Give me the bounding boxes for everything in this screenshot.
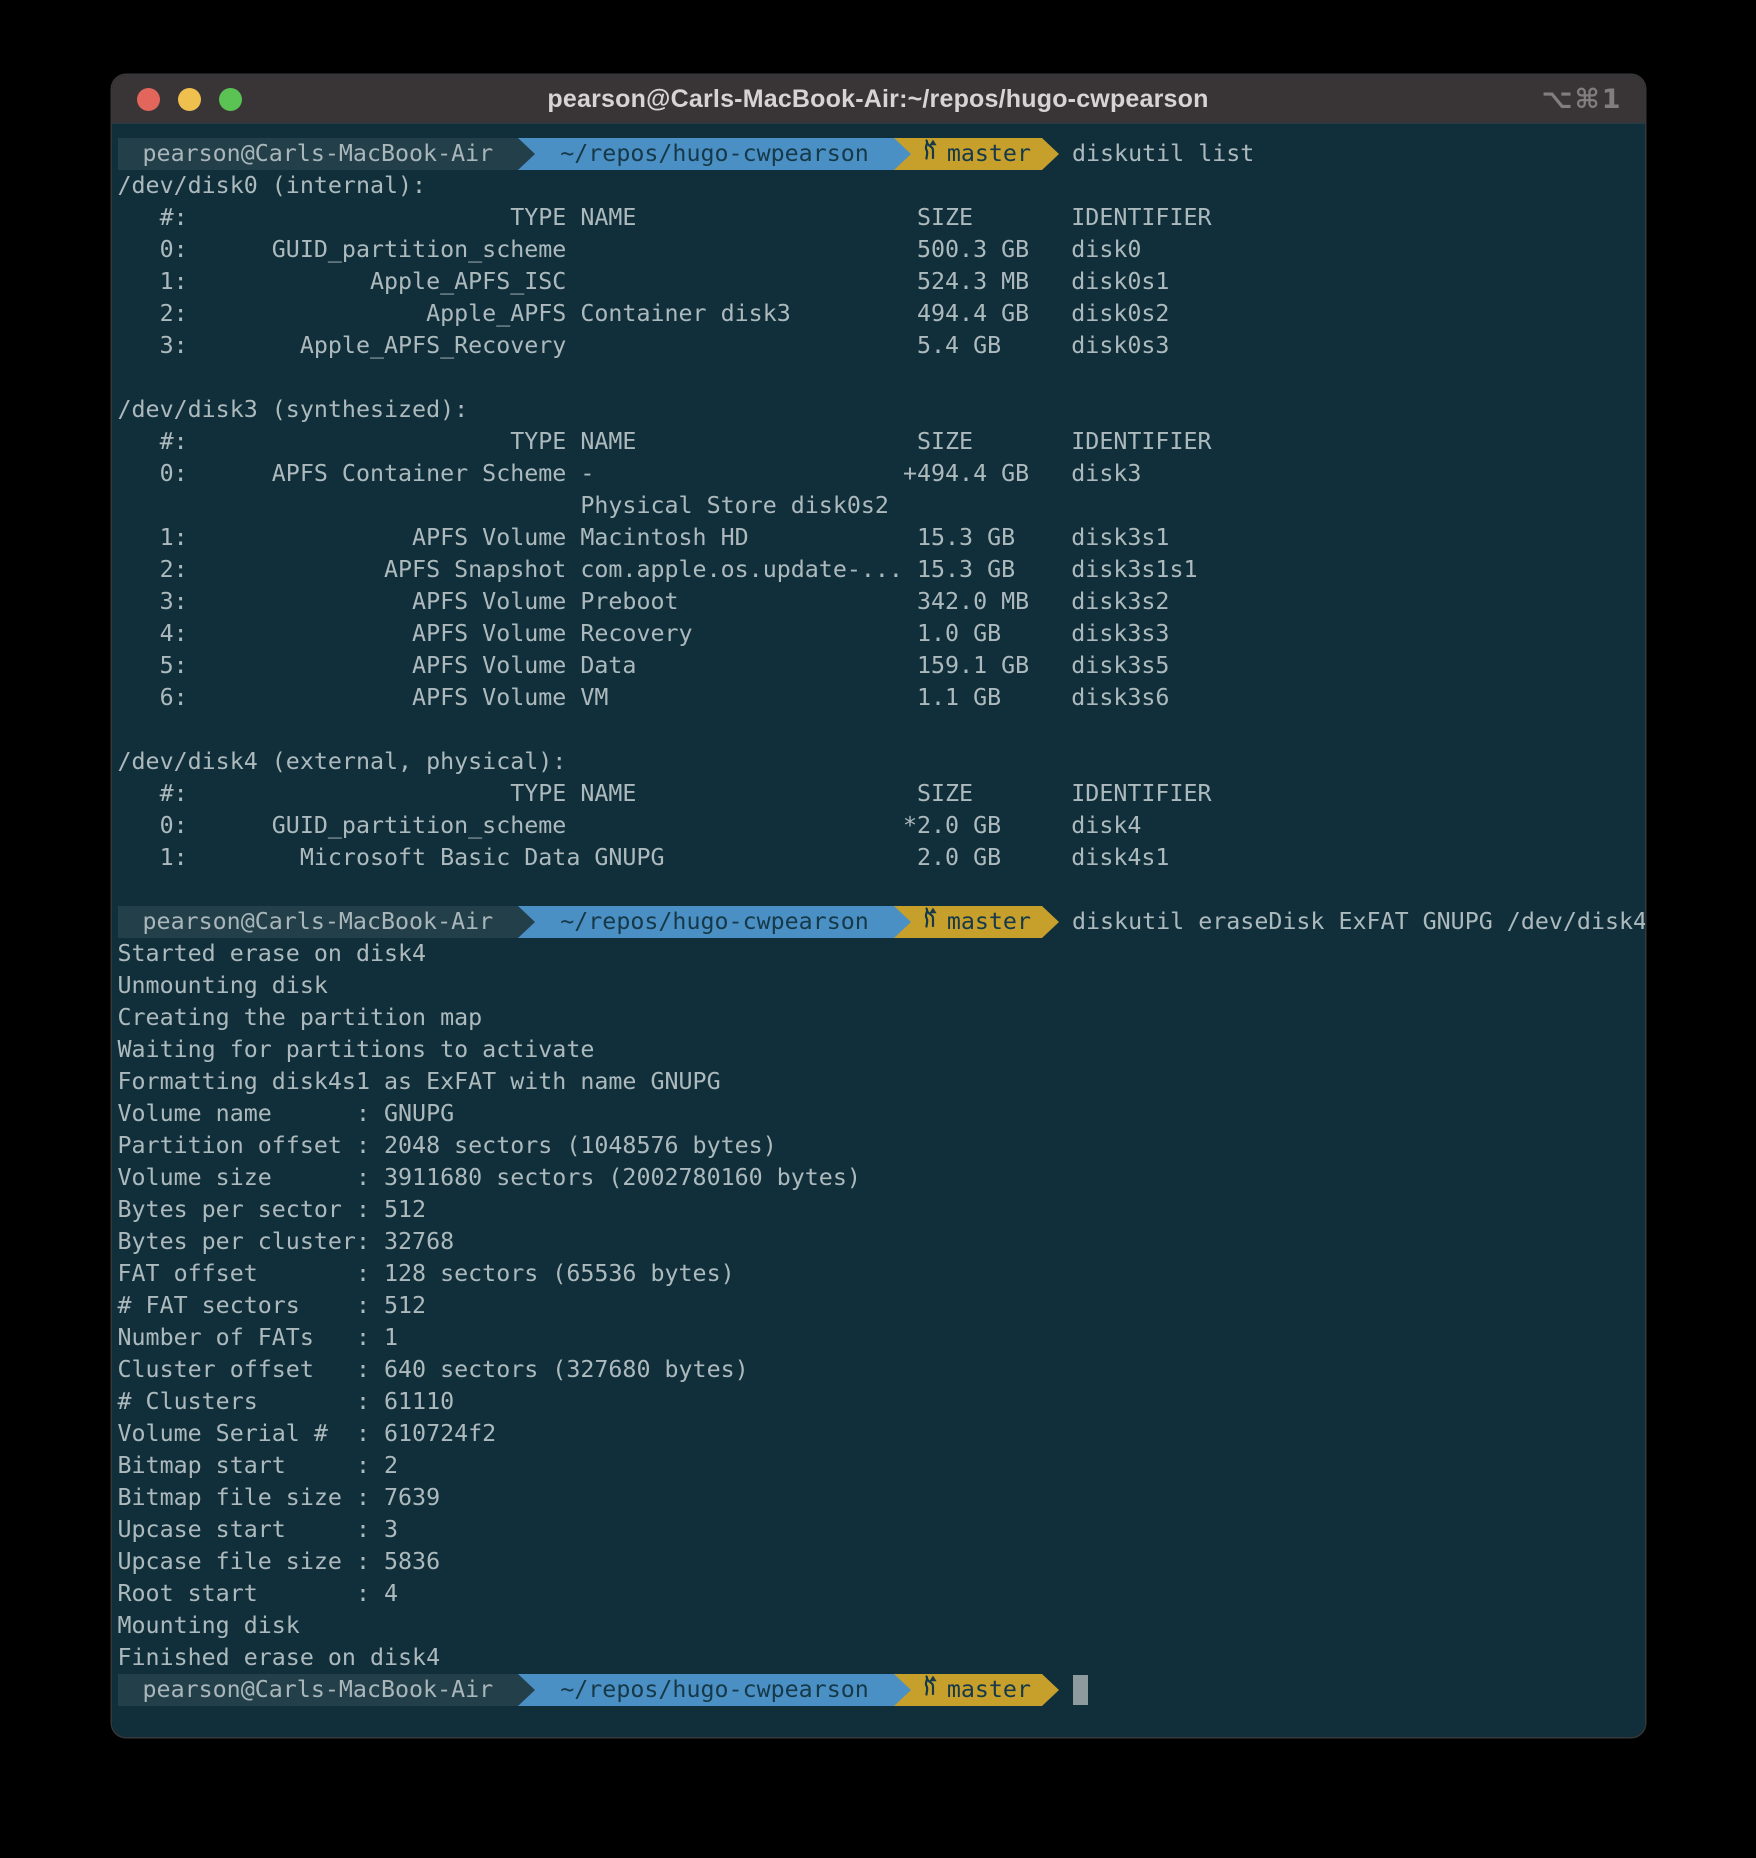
terminal-text-line: FAT offset : 128 sectors (65536 bytes) <box>118 1258 1639 1290</box>
prompt-segment-branch: master <box>911 1674 1042 1706</box>
terminal-text-line: 0: APFS Container Scheme - +494.4 GB dis… <box>118 458 1639 490</box>
terminal-text-line <box>118 874 1639 906</box>
powerline-arrow-icon <box>518 906 535 938</box>
prompt-command: diskutil eraseDisk ExFAT GNUPG /dev/disk… <box>1059 906 1645 938</box>
terminal-text-line: #: TYPE NAME SIZE IDENTIFIER <box>118 426 1639 458</box>
git-branch-icon <box>922 138 938 170</box>
powerline-arrow-icon <box>894 906 911 938</box>
terminal-text-line: 1: APFS Volume Macintosh HD 15.3 GB disk… <box>118 522 1639 554</box>
terminal-text-line: /dev/disk0 (internal): <box>118 170 1639 202</box>
titlebar[interactable]: pearson@Carls-MacBook-Air:~/repos/hugo-c… <box>112 75 1645 123</box>
terminal-text-line: Root start : 4 <box>118 1578 1639 1610</box>
terminal-text-line: Bitmap start : 2 <box>118 1450 1639 1482</box>
prompt-segment-path: ~/repos/hugo-cwpearson <box>535 138 894 170</box>
terminal-text-line: Unmounting disk <box>118 970 1639 1002</box>
powerline-arrow-icon <box>518 1674 535 1706</box>
terminal-prompt-line: pearson@Carls-MacBook-Air ~/repos/hugo-c… <box>118 138 1639 170</box>
terminal-text-line: Cluster offset : 640 sectors (327680 byt… <box>118 1354 1639 1386</box>
terminal-text-line: 1: Apple_APFS_ISC 524.3 MB disk0s1 <box>118 266 1639 298</box>
terminal-prompt-line: pearson@Carls-MacBook-Air ~/repos/hugo-c… <box>118 906 1639 938</box>
terminal-text-line: 5: APFS Volume Data 159.1 GB disk3s5 <box>118 650 1639 682</box>
terminal-text-line: Number of FATs : 1 <box>118 1322 1639 1354</box>
terminal-text-line: 0: GUID_partition_scheme 500.3 GB disk0 <box>118 234 1639 266</box>
terminal-window: pearson@Carls-MacBook-Air:~/repos/hugo-c… <box>112 75 1645 1737</box>
terminal-text-line: Volume size : 3911680 sectors (200278016… <box>118 1162 1639 1194</box>
terminal-text-line: Bytes per sector : 512 <box>118 1194 1639 1226</box>
terminal-text-line: Formatting disk4s1 as ExFAT with name GN… <box>118 1066 1639 1098</box>
terminal-text-line: Upcase file size : 5836 <box>118 1546 1639 1578</box>
powerline-arrow-icon <box>518 138 535 170</box>
prompt-segment-user: pearson@Carls-MacBook-Air <box>118 1674 519 1706</box>
terminal-text-line: /dev/disk3 (synthesized): <box>118 394 1639 426</box>
terminal-text-line: 6: APFS Volume VM 1.1 GB disk3s6 <box>118 682 1639 714</box>
terminal-text-line: Bytes per cluster: 32768 <box>118 1226 1639 1258</box>
powerline-arrow-icon <box>894 1674 911 1706</box>
terminal-text-line: #: TYPE NAME SIZE IDENTIFIER <box>118 778 1639 810</box>
window-shortcut-badge: ⌥⌘1 <box>1542 75 1623 123</box>
terminal-text-line: 3: APFS Volume Preboot 342.0 MB disk3s2 <box>118 586 1639 618</box>
powerline-arrow-icon <box>1042 1674 1059 1706</box>
terminal-cursor[interactable] <box>1073 1675 1088 1705</box>
terminal-text-line: Creating the partition map <box>118 1002 1639 1034</box>
prompt-segment-path: ~/repos/hugo-cwpearson <box>535 1674 894 1706</box>
traffic-lights <box>137 75 242 123</box>
terminal-text-line: 0: GUID_partition_scheme *2.0 GB disk4 <box>118 810 1639 842</box>
terminal-text-line: Finished erase on disk4 <box>118 1642 1639 1674</box>
branch-label: master <box>947 138 1031 170</box>
terminal-text-line: Bitmap file size : 7639 <box>118 1482 1639 1514</box>
prompt-segment-user: pearson@Carls-MacBook-Air <box>118 906 519 938</box>
terminal-text-line: Volume Serial # : 610724f2 <box>118 1418 1639 1450</box>
terminal-text-line: /dev/disk4 (external, physical): <box>118 746 1639 778</box>
terminal-text-line: Started erase on disk4 <box>118 938 1639 970</box>
powerline-arrow-icon <box>894 138 911 170</box>
prompt-segment-branch: master <box>911 138 1042 170</box>
terminal-text-line <box>118 714 1639 746</box>
terminal-text-line: 2: APFS Snapshot com.apple.os.update-...… <box>118 554 1639 586</box>
terminal-content[interactable]: pearson@Carls-MacBook-Air ~/repos/hugo-c… <box>112 123 1645 1737</box>
powerline-arrow-icon <box>1042 138 1059 170</box>
terminal-text-line: #: TYPE NAME SIZE IDENTIFIER <box>118 202 1639 234</box>
terminal-text-line: Partition offset : 2048 sectors (1048576… <box>118 1130 1639 1162</box>
terminal-text-line: # Clusters : 61110 <box>118 1386 1639 1418</box>
window-title: pearson@Carls-MacBook-Air:~/repos/hugo-c… <box>547 85 1208 114</box>
terminal-text-line: 4: APFS Volume Recovery 1.0 GB disk3s3 <box>118 618 1639 650</box>
terminal-prompt-line: pearson@Carls-MacBook-Air ~/repos/hugo-c… <box>118 1674 1639 1706</box>
prompt-segment-user: pearson@Carls-MacBook-Air <box>118 138 519 170</box>
terminal-text-line: 2: Apple_APFS Container disk3 494.4 GB d… <box>118 298 1639 330</box>
terminal-text-line <box>118 362 1639 394</box>
terminal-text-line: Waiting for partitions to activate <box>118 1034 1639 1066</box>
terminal-text-line: # FAT sectors : 512 <box>118 1290 1639 1322</box>
branch-label: master <box>947 1674 1031 1706</box>
prompt-segment-path: ~/repos/hugo-cwpearson <box>535 906 894 938</box>
minimize-button[interactable] <box>178 88 201 111</box>
git-branch-icon <box>922 906 938 938</box>
terminal-text-line: Mounting disk <box>118 1610 1639 1642</box>
prompt-segment-branch: master <box>911 906 1042 938</box>
close-button[interactable] <box>137 88 160 111</box>
terminal-text-line: Physical Store disk0s2 <box>118 490 1639 522</box>
terminal-text-line: Upcase start : 3 <box>118 1514 1639 1546</box>
terminal-text-line: 1: Microsoft Basic Data GNUPG 2.0 GB dis… <box>118 842 1639 874</box>
zoom-button[interactable] <box>219 88 242 111</box>
terminal-text-line: Volume name : GNUPG <box>118 1098 1639 1130</box>
branch-label: master <box>947 906 1031 938</box>
terminal-text-line: 3: Apple_APFS_Recovery 5.4 GB disk0s3 <box>118 330 1639 362</box>
git-branch-icon <box>922 1674 938 1706</box>
powerline-arrow-icon <box>1042 906 1059 938</box>
prompt-command: diskutil list <box>1059 138 1254 170</box>
